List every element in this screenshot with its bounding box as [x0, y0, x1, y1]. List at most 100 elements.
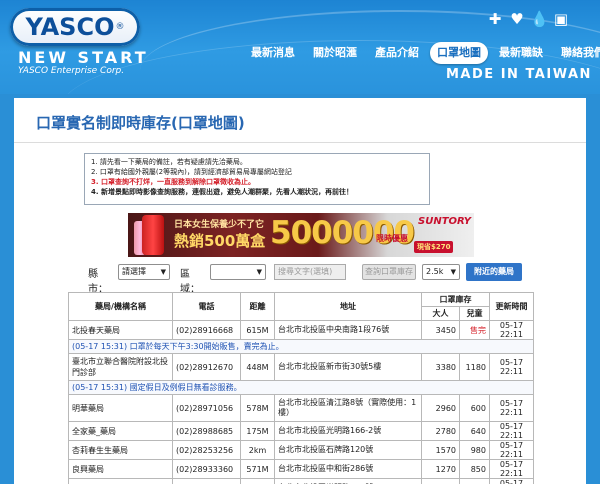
pharmacy-name[interactable]: 北投春天藥局: [68, 320, 173, 340]
page-title: 口罩實名制即時庫存(口罩地圖): [36, 114, 245, 132]
search-stock-button[interactable]: 查詢口罩庫存: [362, 264, 416, 280]
pharmacy-name[interactable]: 良興藥局: [68, 459, 173, 479]
update-time: 05-17 22:11: [489, 320, 534, 340]
pharmacy-distance: 448M: [240, 353, 275, 381]
brand-logo-suntory: SUNTORY: [418, 216, 472, 227]
search-input[interactable]: 搜尋文字(選填): [274, 264, 346, 280]
column-header: 地址: [274, 292, 422, 321]
pharmacy-address[interactable]: 台北市北投區中和街286號: [274, 459, 422, 479]
nav-tab[interactable]: 最新職缺: [492, 42, 550, 64]
banner-text: 日本女生保養少不了它: [174, 220, 265, 230]
adult-stock: 2780: [421, 421, 460, 441]
pharmacy-name[interactable]: 全家藥_藥局: [68, 421, 173, 441]
brand-corp-name: YASCO Enterprise Corp.: [18, 66, 125, 76]
nav-tab[interactable]: 產品介紹: [368, 42, 426, 64]
pharmacy-address[interactable]: 台北市北投區光明路166-2號: [274, 421, 422, 441]
table-row[interactable]: 建民藥局(02)28912339152M台北市北投區光明路161號1140134…: [68, 478, 534, 484]
nav-tab[interactable]: 最新消息: [244, 42, 302, 64]
pharmacy-name[interactable]: 杏莉春生生藥局: [68, 440, 173, 460]
child-stock: 850: [459, 459, 490, 479]
distance-select[interactable]: 2.5k ▼: [422, 264, 460, 280]
update-time: 05-17 22:11: [489, 394, 534, 422]
notice-box: 1. 請先看一下藥局的備註，若有疑慮請先洽藥局。 2. 口罩有給國外親屬(2等親…: [84, 153, 430, 205]
county-select[interactable]: 請選擇 ▼: [118, 264, 170, 280]
pharmacy-note: (05-17 15:31) 國定假日及例假日無看診服務。: [68, 380, 534, 395]
table-row[interactable]: 北投春天藥局 (02)28916668 615M 台北市北投區中央南路1段76號 345…: [68, 320, 534, 340]
table-row[interactable]: 全家藥_藥局 (02)28988685 175M 台北市北投區光明路166-2號 278…: [68, 421, 534, 441]
update-time: 05-17 22:11: [489, 459, 534, 479]
pharmacy-distance: 175M: [240, 421, 275, 441]
nearby-pharmacy-button[interactable]: 附近的藥局: [466, 263, 522, 281]
column-header: 更新時間: [489, 292, 534, 321]
stock-table: 藥局/機構名稱 電話 距離 地址 口罩庫存 更新時間 大人 兒童 北投春天藥局(…: [68, 292, 534, 484]
registered-mark: ®: [115, 22, 125, 32]
column-header: 藥局/機構名稱: [68, 292, 173, 321]
heart-icon[interactable]: ♥: [508, 10, 526, 28]
child-stock: 980: [459, 440, 490, 460]
drop-icon[interactable]: 💧: [530, 10, 549, 28]
district-label: 區域：: [180, 269, 200, 295]
update-time: 05-17 22:11: [489, 440, 534, 460]
column-header: 電話: [172, 292, 241, 321]
pharmacy-address[interactable]: 台北市北投區光明路161號: [274, 478, 422, 484]
child-stock: 640: [459, 421, 490, 441]
pharmacy-distance: 615M: [240, 320, 275, 340]
brand-logo[interactable]: YASCO ®: [10, 8, 140, 46]
child-stock: 1180: [459, 353, 490, 381]
county-label: 縣市：: [88, 269, 108, 295]
pharmacy-name[interactable]: 明華藥局: [68, 394, 173, 422]
nav-tab[interactable]: 聯絡我們: [554, 42, 600, 64]
pharmacy-address[interactable]: 台北市北投區石牌路120號: [274, 440, 422, 460]
plus-icon[interactable]: ✚: [486, 10, 504, 28]
pharmacy-distance: 2km: [240, 440, 275, 460]
notice-line[interactable]: 2. 口罩有給國外親屬(2等親內)，請到經濟部貿易局專屬網站登記: [91, 167, 423, 177]
pharmacy-phone[interactable]: (02)28988685: [172, 421, 241, 441]
county-select-value: 請選擇: [122, 267, 146, 276]
pharmacy-phone[interactable]: (02)28933360: [172, 459, 241, 479]
pharmacy-address[interactable]: 台北市北投區中央南路1段76號: [274, 320, 422, 340]
pharmacy-name[interactable]: 建民藥局: [68, 478, 173, 484]
site-header: YASCO ® NEW START YASCO Enterprise Corp. …: [0, 0, 600, 94]
pharmacy-phone[interactable]: (02)28912339: [172, 478, 241, 484]
adult-stock: 3450: [421, 320, 460, 340]
pharmacy-name[interactable]: 臺北市立聯合醫院附設北投門診部: [68, 353, 173, 381]
main-panel: 口罩實名制即時庫存(口罩地圖) 1. 請先看一下藥局的備註，若有疑慮請先洽藥局。…: [14, 98, 586, 484]
table-row[interactable]: 臺北市立聯合醫院附設北投門診部 (02)28912670 448M 台北市北投區新市街…: [68, 353, 534, 381]
nav-tab[interactable]: 口罩地圖: [430, 42, 488, 64]
pharmacy-phone[interactable]: (02)28971056: [172, 394, 241, 422]
pharmacy-address[interactable]: 台北市北投區新市街30號5樓: [274, 353, 422, 381]
adult-stock: 1570: [421, 440, 460, 460]
update-time: 05-17 22:11: [489, 478, 534, 484]
briefcase-icon[interactable]: ▣: [552, 10, 570, 28]
table-row[interactable]: 良興藥局 (02)28933360 571M 台北市北投區中和街286號 1270 850…: [68, 459, 534, 479]
pharmacy-phone[interactable]: (02)28253256: [172, 440, 241, 460]
column-header: 兒童: [459, 306, 490, 321]
pharmacy-distance: 578M: [240, 394, 275, 422]
pharmacy-address[interactable]: 台北市北投區清江路8號（實際使用：1樓）: [274, 394, 422, 422]
column-header: 大人: [421, 306, 460, 321]
adult-stock: 2960: [421, 394, 460, 422]
child-stock: 600: [459, 394, 490, 422]
table-row[interactable]: 明華藥局 (02)28971056 578M 台北市北投區清江路8號（實際使用：1樓）…: [68, 394, 534, 422]
notice-line[interactable]: 4. 新增景點即時影像查詢服務，連假出遊，避免人潮群聚，先看人潮狀況，再前往！: [91, 187, 423, 197]
pharmacy-note-row: (05-17 15:31) 國定假日及例假日無看診服務。: [68, 380, 534, 395]
pharmacy-phone[interactable]: (02)28916668: [172, 320, 241, 340]
pharmacy-distance: 571M: [240, 459, 275, 479]
table-row[interactable]: 杏莉春生生藥局 (02)28253256 2km 台北市北投區石牌路120號 1570 9…: [68, 440, 534, 460]
notice-line: 3. 口罩查詢不打烊，一直服務到解除口罩徵收為止。: [91, 178, 255, 186]
child-stock: 售完: [459, 320, 490, 340]
main-nav: 最新消息 關於昭滙 產品介紹 口罩地圖 最新職缺 聯絡我們: [244, 42, 600, 64]
chevron-down-icon: ▼: [450, 268, 456, 276]
pharmacy-distance: 152M: [240, 478, 275, 484]
child-stock: 1340: [459, 478, 490, 484]
adult-stock: 1270: [421, 459, 460, 479]
update-time: 05-17 22:11: [489, 421, 534, 441]
ad-banner[interactable]: 日本女生保養少不了它 熱銷500萬盒 5000000 SUNTORY 限時優惠 …: [128, 213, 474, 257]
adult-stock: 3380: [421, 353, 460, 381]
update-time: 05-17 22:11: [489, 353, 534, 381]
distance-select-value: 2.5k: [426, 267, 444, 276]
nav-tab[interactable]: 關於昭滙: [306, 42, 364, 64]
pharmacy-phone[interactable]: (02)28912670: [172, 353, 241, 381]
district-select[interactable]: ▼: [210, 264, 266, 280]
discount-badge: 現省$270: [414, 241, 454, 253]
